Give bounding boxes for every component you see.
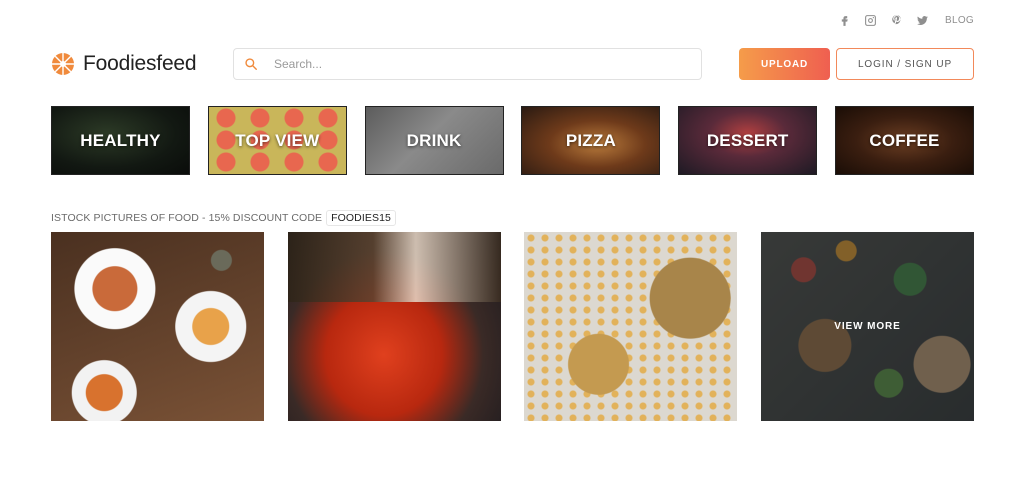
promo-code[interactable]: FOODIES15 [326, 210, 396, 226]
category-coffee[interactable]: COFFEE [834, 106, 974, 175]
category-row: HEALTHY TOP VIEW DRINK PIZZA DESSERT COF… [51, 106, 974, 175]
category-top-view[interactable]: TOP VIEW [207, 106, 347, 175]
twitter-icon[interactable] [915, 13, 929, 27]
category-label: DESSERT [706, 130, 789, 150]
category-label: PIZZA [565, 130, 616, 150]
search-input[interactable] [274, 57, 674, 71]
upload-button[interactable]: UPLOAD [739, 48, 830, 80]
instagram-icon[interactable] [863, 13, 877, 27]
photo-image-top [287, 232, 501, 302]
social-bar: BLOG [837, 13, 974, 27]
category-label: DRINK [406, 130, 462, 150]
photo-image [524, 232, 738, 421]
gallery-photo-soybeans[interactable] [524, 232, 738, 421]
search-icon [245, 58, 257, 70]
gallery-photo-view-more[interactable]: VIEW MORE [760, 232, 974, 421]
promo-text: ISTOCK PICTURES OF FOOD - 15% DISCOUNT C… [51, 212, 323, 224]
login-signup-button[interactable]: LOGIN / SIGN UP [836, 48, 974, 80]
category-drink[interactable]: DRINK [364, 106, 504, 175]
category-label: COFFEE [869, 130, 940, 150]
search-bar[interactable] [233, 48, 702, 80]
facebook-icon[interactable] [837, 13, 851, 27]
gallery-photo-hotpot[interactable] [287, 232, 501, 421]
category-label: TOP VIEW [235, 130, 320, 150]
pinterest-icon[interactable] [889, 13, 903, 27]
blog-link[interactable]: BLOG [945, 15, 974, 26]
logo-mark-icon [52, 53, 74, 75]
category-pizza[interactable]: PIZZA [521, 106, 661, 175]
photo-gallery: VIEW MORE [51, 232, 974, 421]
gallery-photo-seafood-spread[interactable] [51, 232, 264, 421]
view-more-label: VIEW MORE [834, 321, 901, 332]
brand-logo[interactable]: Foodiesfeed [51, 52, 197, 76]
photo-image [51, 232, 264, 421]
category-dessert[interactable]: DESSERT [678, 106, 818, 175]
discount-promo[interactable]: ISTOCK PICTURES OF FOOD - 15% DISCOUNT C… [51, 210, 396, 226]
brand-name: Foodiesfeed [83, 52, 197, 75]
category-label: HEALTHY [80, 130, 161, 150]
category-healthy[interactable]: HEALTHY [51, 106, 190, 175]
